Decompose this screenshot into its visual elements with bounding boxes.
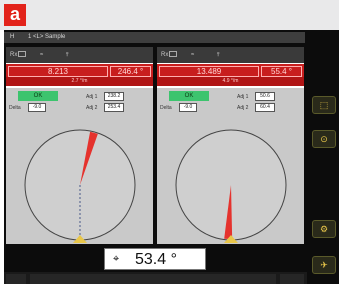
- delta-label: Delta: [160, 105, 172, 111]
- target-icon-button[interactable]: ⊙: [312, 130, 336, 148]
- compass-icon: ⌖: [113, 253, 120, 265]
- adj2-field[interactable]: 60.4: [255, 103, 275, 112]
- status-row: Rx ≈ ⫯: [157, 47, 304, 63]
- battery-icon: [18, 51, 26, 57]
- device-screen: H 1 <L> Sample Rx ≈ ⫯ 8.213 246.4 ° 2.7 …: [4, 30, 339, 284]
- readout-value: 8.213: [8, 66, 108, 77]
- signal-icon: ≈: [40, 52, 44, 58]
- adj2-label: Adj 2: [237, 105, 249, 111]
- softkey[interactable]: [280, 274, 304, 284]
- readout-angle: 246.4 °: [110, 66, 151, 77]
- adj2-field[interactable]: 253.4: [104, 103, 124, 112]
- home-icon[interactable]: H: [10, 32, 14, 43]
- readout-sub: 4.9 °/m: [157, 77, 304, 86]
- softkey[interactable]: [30, 274, 276, 284]
- bottom-softkey-bar: [4, 272, 307, 284]
- title-bar: H 1 <L> Sample: [4, 32, 305, 43]
- adj1-field[interactable]: 50.6: [255, 92, 275, 101]
- signal-icon: ≈: [191, 52, 195, 58]
- sensor-panel-left: Rx ≈ ⫯ 8.213 246.4 ° 2.7 °/m OK Delta -9…: [6, 47, 153, 244]
- rx-icon: Rx: [10, 52, 18, 58]
- battery-icon: [169, 51, 177, 57]
- ok-button[interactable]: OK: [18, 91, 58, 101]
- status-row: Rx ≈ ⫯: [6, 47, 153, 63]
- bearing-readout: ⌖ 53.4 °: [104, 248, 206, 270]
- antenna-icon: ⫯: [217, 52, 220, 58]
- adj1-field[interactable]: 238.2: [104, 92, 124, 101]
- delta-label: Delta: [9, 105, 21, 111]
- screen-icon-button[interactable]: ⬚: [312, 96, 336, 114]
- figure-label: a: [4, 4, 26, 26]
- control-area: OK Delta -9.0 Adj 1 50.6 Adj 2 60.4: [157, 88, 304, 244]
- softkey[interactable]: [6, 274, 26, 284]
- screen-title: 1 <L> Sample: [28, 34, 66, 40]
- readout-value: 13.489: [159, 66, 259, 77]
- delta-field[interactable]: -9.0: [179, 103, 197, 112]
- antenna-icon: ⫯: [66, 52, 69, 58]
- figure-label-bar: a: [0, 0, 339, 30]
- ok-button[interactable]: OK: [169, 91, 209, 101]
- readout-bar: 8.213 246.4 ° 2.7 °/m: [6, 64, 153, 86]
- adj2-label: Adj 2: [86, 105, 98, 111]
- readout-angle: 55.4 °: [261, 66, 302, 77]
- settings-icon-button[interactable]: ⚙: [312, 220, 336, 238]
- side-toolbar: ⬚ ⊙ ⚙ ✈: [307, 30, 339, 284]
- rx-icon: Rx: [161, 52, 169, 58]
- delta-field[interactable]: -9.0: [28, 103, 46, 112]
- direction-dial: [175, 129, 287, 243]
- readout-bar: 13.489 55.4 ° 4.9 °/m: [157, 64, 304, 86]
- readout-sub: 2.7 °/m: [6, 77, 153, 86]
- control-area: OK Delta -9.0 Adj 1 238.2 Adj 2 253.4: [6, 88, 153, 244]
- mode-icon-button[interactable]: ✈: [312, 256, 336, 274]
- adj1-label: Adj 1: [237, 94, 249, 100]
- adj1-label: Adj 1: [86, 94, 98, 100]
- sensor-panel-right: Rx ≈ ⫯ 13.489 55.4 ° 4.9 °/m OK Delta -9…: [157, 47, 304, 244]
- direction-dial: [24, 129, 136, 243]
- bearing-value: 53.4 °: [135, 251, 177, 268]
